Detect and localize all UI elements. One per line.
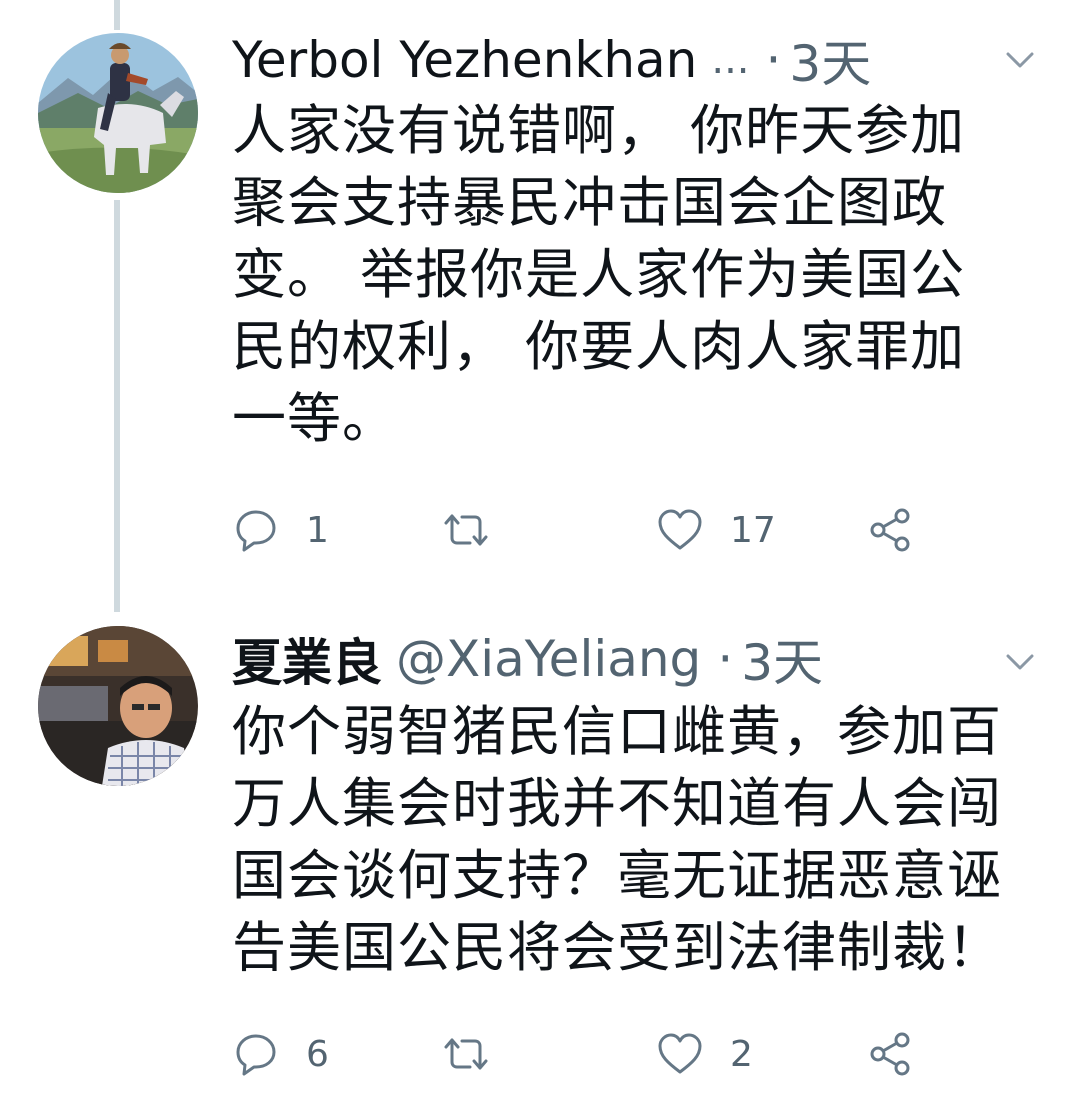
- like-button[interactable]: 2: [656, 1024, 753, 1084]
- share-icon: [870, 1032, 910, 1076]
- separator-dot: ·: [717, 630, 734, 688]
- tweet-text-line: 人家没有说错啊， 你昨天参加: [232, 99, 966, 162]
- tweet-actions: 6 2: [232, 1024, 992, 1084]
- like-icon: [658, 1033, 702, 1074]
- tweet-text: 人家没有说错啊， 你昨天参加 聚会支持暴民冲击国会企图政 变。 举报你是人家作为…: [232, 95, 1042, 455]
- name-truncation: ...: [711, 37, 750, 83]
- tweet-header: 夏業良 @XiaYeliang · 3天: [232, 624, 1050, 694]
- tweet[interactable]: Yerbol Yezhenkhan ... · 3天 人家没有说错啊， 你昨天参…: [0, 0, 1080, 612]
- tweet-text-line: 国会谈何支持？毫无证据恶意诬: [232, 844, 1002, 907]
- tweet-text-line: 万人集会时我并不知道有人会闯: [232, 772, 1002, 835]
- tweet-header: Yerbol Yezhenkhan ... · 3天: [232, 25, 1050, 95]
- tweet-text-line: 民的权利， 你要人肉人家罪加: [232, 315, 966, 378]
- handle[interactable]: @XiaYeliang: [396, 630, 701, 688]
- retweet-button[interactable]: [442, 1024, 516, 1084]
- retweet-button[interactable]: [442, 500, 516, 560]
- reply-count: 6: [306, 1033, 329, 1075]
- timestamp[interactable]: 3天: [741, 623, 823, 695]
- thread-connector-line: [114, 0, 120, 30]
- tweet-text-line: 一等。: [232, 387, 397, 450]
- tweet-text-line: 告美国公民将会受到法律制裁！: [232, 916, 1002, 979]
- like-button[interactable]: 17: [656, 500, 776, 560]
- tweet-text: 你个弱智猪民信口雌黄，参加百 万人集会时我并不知道有人会闯 国会谈何支持？毫无证…: [232, 696, 1042, 984]
- avatar-image-horse-rider: [38, 33, 198, 193]
- like-icon: [658, 509, 702, 550]
- like-count: 2: [730, 1033, 753, 1075]
- tweet-text-line: 变。 举报你是人家作为美国公: [232, 243, 966, 306]
- avatar-image-portrait: [38, 626, 198, 786]
- tweet[interactable]: 夏業良 @XiaYeliang · 3天 你个弱智猪民信口雌黄，参加百 万人集会…: [0, 612, 1080, 1107]
- retweet-icon: [444, 514, 488, 546]
- reply-icon: [236, 510, 276, 552]
- reply-icon: [236, 1034, 276, 1076]
- timestamp[interactable]: 3天: [789, 24, 871, 96]
- avatar[interactable]: [38, 33, 198, 193]
- display-name[interactable]: Yerbol Yezhenkhan: [232, 31, 697, 89]
- thread-connector-line: [114, 200, 120, 612]
- like-count: 17: [730, 509, 776, 551]
- share-button[interactable]: [866, 500, 914, 560]
- display-name[interactable]: 夏業良: [232, 623, 382, 695]
- retweet-icon: [444, 1038, 488, 1070]
- reply-count: 1: [306, 509, 329, 551]
- tweet-text-line: 你个弱智猪民信口雌黄，参加百: [232, 700, 1002, 763]
- separator-dot: ·: [765, 31, 782, 89]
- chevron-down-icon[interactable]: [1002, 644, 1038, 680]
- reply-button[interactable]: 1: [232, 500, 329, 560]
- chevron-down-icon[interactable]: [1002, 42, 1038, 78]
- tweet-text-line: 聚会支持暴民冲击国会企图政: [232, 171, 947, 234]
- share-button[interactable]: [866, 1024, 914, 1084]
- reply-button[interactable]: 6: [232, 1024, 329, 1084]
- tweet-actions: 1 17: [232, 500, 992, 560]
- avatar[interactable]: [38, 626, 198, 786]
- share-icon: [870, 508, 910, 552]
